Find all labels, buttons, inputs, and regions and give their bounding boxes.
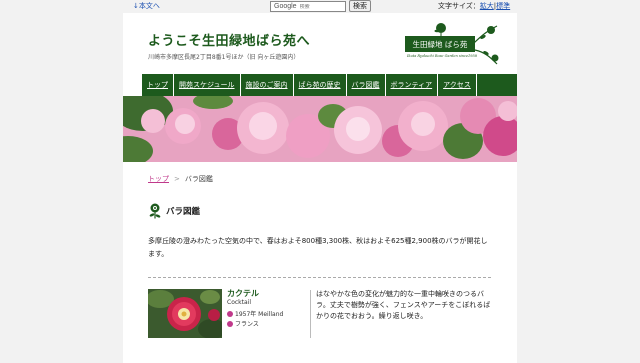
nav-item-schedule[interactable]: 開苑スケジュール	[174, 74, 241, 96]
site-title[interactable]: ようこそ生田緑地ばら苑へ	[148, 30, 310, 49]
utility-bar: ↓本文へ Google 検索 文字サイズ：拡大|標準	[0, 0, 640, 13]
logo-subtext: Ikuta Ryokuchi Rose Garden since1958	[407, 54, 477, 58]
nav-item-rose-catalog[interactable]: バラ図鑑	[347, 74, 386, 96]
dashed-divider	[148, 277, 491, 278]
breadcrumb-separator: >	[174, 175, 180, 183]
rose-name-en: Cocktail	[227, 299, 251, 306]
google-brand-label: Google	[274, 3, 297, 10]
rose-country-text: フランス	[235, 321, 259, 328]
site-logo[interactable]: 生田緑地 ばら苑 Ikuta Ryokuchi Rose Garden sinc…	[403, 20, 503, 68]
font-size-standard-link[interactable]: 標準	[496, 2, 510, 10]
skip-to-content-link[interactable]: ↓本文へ	[133, 1, 160, 11]
logo-text: 生田緑地 ばら苑	[405, 36, 475, 52]
rose-year-breeder-text: 1957年 Meilland	[235, 311, 284, 318]
breadcrumb-home-link[interactable]: トップ	[148, 175, 169, 183]
breadcrumb: トップ > バラ図鑑	[148, 174, 213, 184]
search-input[interactable]	[299, 3, 340, 10]
rose-icon	[149, 203, 161, 219]
site-search-box[interactable]: Google	[270, 1, 346, 12]
rose-year-breeder: 1957年 Meilland	[227, 309, 283, 318]
rose-description: はなやかな色の変化が魅力的な一重中輪咲きのつるバラ。丈夫で樹勢が強く、フェンスや…	[316, 290, 491, 320]
rose-country: フランス	[227, 319, 259, 328]
vertical-divider	[310, 290, 311, 338]
page-title: バラ図鑑	[166, 207, 201, 217]
nav-item-volunteer[interactable]: ボランティア	[386, 74, 439, 96]
rose-photo[interactable]	[148, 289, 222, 338]
breadcrumb-current: バラ図鑑	[184, 175, 213, 183]
global-nav: トップ 開苑スケジュール 施設のご案内 ばら苑の歴史 バラ図鑑 ボランティア ア…	[141, 74, 517, 96]
font-size-large-link[interactable]: 拡大	[480, 2, 494, 10]
nav-item-top[interactable]: トップ	[141, 74, 174, 96]
nav-item-history[interactable]: ばら苑の歴史	[294, 74, 347, 96]
rose-banner-image	[123, 96, 517, 162]
font-size-label: 文字サイズ：	[438, 2, 480, 10]
nav-item-access[interactable]: アクセス	[438, 74, 477, 96]
pink-bullet-icon	[227, 320, 233, 327]
rose-name[interactable]: カクテル	[227, 288, 259, 299]
search-button[interactable]: 検索	[349, 0, 371, 12]
nav-item-facilities[interactable]: 施設のご案内	[241, 74, 294, 96]
page-container: ようこそ生田緑地ばら苑へ 川崎市多摩区長尾2丁目8番1号ほか（旧 向ヶ丘遊園内）…	[123, 13, 517, 363]
intro-text: 多摩丘陵の澄みわたった空気の中で、春はおよそ800種3,300株、秋はおよそ62…	[148, 237, 488, 258]
site-address: 川崎市多摩区長尾2丁目8番1号ほか（旧 向ヶ丘遊園内）	[148, 54, 300, 61]
pink-bullet-icon	[227, 310, 233, 317]
font-size-switcher: 文字サイズ：拡大|標準	[438, 1, 510, 11]
section-heading: バラ図鑑	[148, 203, 200, 219]
